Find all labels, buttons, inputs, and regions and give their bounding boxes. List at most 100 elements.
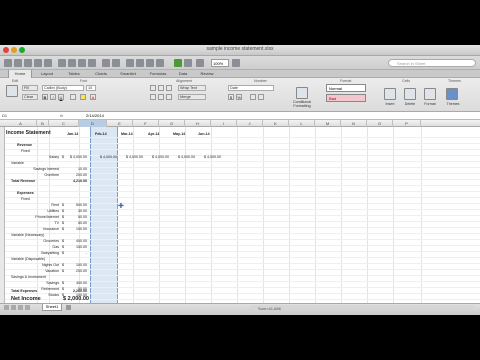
name-box[interactable]: D1 [2, 113, 52, 119]
month-header-5[interactable]: May-14 [173, 132, 185, 138]
delete-cells-icon[interactable] [404, 88, 416, 100]
column-header-p[interactable]: P [393, 120, 421, 127]
function-icon[interactable]: fx [60, 113, 63, 119]
clear-button[interactable]: Clear [22, 94, 38, 100]
net-income-label[interactable]: Net Income [11, 295, 41, 303]
saving-savings-value[interactable]: 400.00 [65, 281, 87, 287]
sort-descending-icon[interactable] [146, 59, 154, 67]
salary-feb[interactable]: $ 4,000.00 [91, 155, 117, 161]
month-header-2[interactable]: Feb-14 [95, 132, 107, 138]
search-sheet-input[interactable]: Search in Sheet [388, 59, 476, 67]
sidebar-icon[interactable] [196, 59, 204, 67]
italic-button[interactable]: I [50, 94, 56, 100]
sort-ascending-icon[interactable] [136, 59, 144, 67]
underline-button[interactable]: U [58, 94, 64, 100]
net-income-value[interactable]: $ 2,000.00 [57, 295, 89, 303]
fill-button[interactable]: Fill [22, 85, 38, 91]
font-size-select[interactable]: 10 [86, 85, 96, 91]
percent-icon[interactable]: % [236, 94, 242, 100]
variable-disposable-heading[interactable]: Variable (Disposable) [11, 257, 45, 263]
expense-tv-label[interactable]: TV [17, 221, 59, 227]
align-left-icon[interactable] [150, 94, 156, 100]
column-header-e[interactable]: E [107, 120, 133, 127]
add-sheet-icon[interactable] [66, 305, 71, 310]
cell-title[interactable]: Income Statement [6, 130, 51, 137]
sheet-tab[interactable]: Sheet1 [42, 304, 62, 311]
total-revenue-value[interactable]: 4,210.00 [65, 179, 87, 185]
next-sheet-icon[interactable] [18, 305, 23, 310]
month-header-3[interactable]: Mar-14 [121, 132, 133, 138]
column-header-f[interactable]: F [133, 120, 159, 127]
print-icon[interactable] [44, 59, 52, 67]
variable-heading[interactable]: Variable [11, 161, 24, 167]
tab-data[interactable]: Data [175, 70, 191, 78]
necessary-groceries-value[interactable]: 400.00 [65, 239, 87, 245]
total-expenses-value[interactable]: 2,260.00 [65, 289, 87, 295]
necessary-babysitting-value[interactable]: - [65, 251, 87, 257]
disposable-vacation-value[interactable]: 200.00 [65, 269, 87, 275]
align-middle-icon[interactable] [158, 85, 164, 91]
expense-rent-label[interactable]: Rent [17, 203, 59, 209]
filter-icon[interactable] [156, 59, 164, 67]
tab-layout[interactable]: Layout [36, 70, 58, 78]
column-header-d[interactable]: D [79, 120, 107, 127]
expenses-fixed-heading[interactable]: Fixed [21, 197, 30, 203]
column-header-j[interactable]: J [237, 120, 263, 127]
zoom-field[interactable]: 100% [211, 59, 229, 67]
format-cells-icon[interactable] [424, 88, 436, 100]
column-header-b[interactable]: B [37, 120, 49, 127]
formula-input[interactable]: 2/14/2014 [86, 113, 104, 119]
increase-decimal-icon[interactable] [258, 94, 264, 100]
necessary-gas-label[interactable]: Gas [17, 245, 59, 251]
savings-interest-value[interactable]: 10.00 [65, 167, 87, 173]
tab-smartart[interactable]: SmartArt [114, 70, 142, 78]
expense-utilities-label[interactable]: Utilities [17, 209, 59, 215]
tab-formulas[interactable]: Formulas [144, 70, 172, 78]
toolbox-icon[interactable] [184, 59, 192, 67]
paste-button-icon[interactable] [6, 85, 18, 97]
insert-cells-icon[interactable] [384, 88, 396, 100]
align-center-icon[interactable] [158, 94, 164, 100]
expense-rent-value[interactable]: 500.00 [65, 203, 87, 209]
fill-color-icon[interactable] [80, 94, 86, 100]
column-header-n[interactable]: N [341, 120, 367, 127]
fixed-heading[interactable]: Fixed [21, 149, 30, 155]
column-header-k[interactable]: K [263, 120, 289, 127]
tab-charts[interactable]: Charts [90, 70, 112, 78]
expenses-heading[interactable]: Expenses [17, 191, 34, 197]
disposable-vacation-label[interactable]: Vacation [17, 269, 59, 275]
redo-icon[interactable] [112, 59, 120, 67]
column-header-a[interactable]: A [5, 120, 37, 127]
total-expenses-label[interactable]: Total Expenses [11, 289, 37, 295]
style-bad[interactable]: Bad [326, 94, 366, 102]
align-top-icon[interactable] [150, 85, 156, 91]
bold-button[interactable]: B [42, 94, 48, 100]
saving-savings-label[interactable]: Savings [17, 281, 59, 287]
autosum-icon[interactable] [126, 59, 134, 67]
font-color-icon[interactable]: A [90, 94, 96, 100]
expense-insurance-label[interactable]: Insurance [17, 227, 59, 233]
month-header-4[interactable]: Apr-14 [148, 132, 159, 138]
save-icon[interactable] [34, 59, 42, 67]
overtime-value[interactable]: 200.00 [65, 173, 87, 179]
necessary-babysitting-label[interactable]: Babysitting [17, 251, 59, 257]
paste-icon[interactable] [78, 59, 86, 67]
currency-icon[interactable]: $ [228, 94, 234, 100]
column-header-h[interactable]: H [185, 120, 211, 127]
expense-tv-value[interactable]: 50.00 [65, 221, 87, 227]
last-sheet-icon[interactable] [25, 305, 30, 310]
salary-jan[interactable]: $ 4,000.00 [65, 155, 87, 161]
salary-mar[interactable]: $ 4,000.00 [117, 155, 143, 161]
salary-jun[interactable]: $ 4,000.00 [195, 155, 221, 161]
overtime-label[interactable]: Overtime [17, 173, 59, 179]
style-normal[interactable]: Normal [326, 84, 366, 92]
first-sheet-icon[interactable] [4, 305, 9, 310]
salary-may[interactable]: $ 4,000.00 [169, 155, 195, 161]
expense-utilities-value[interactable]: 30.00 [65, 209, 87, 215]
number-format-select[interactable]: Date [228, 85, 274, 91]
cut-icon[interactable] [58, 59, 66, 67]
copy-icon[interactable] [68, 59, 76, 67]
gallery-icon[interactable] [174, 59, 182, 67]
disposable-nightsout-value[interactable]: 100.00 [65, 263, 87, 269]
new-icon[interactable] [4, 59, 12, 67]
